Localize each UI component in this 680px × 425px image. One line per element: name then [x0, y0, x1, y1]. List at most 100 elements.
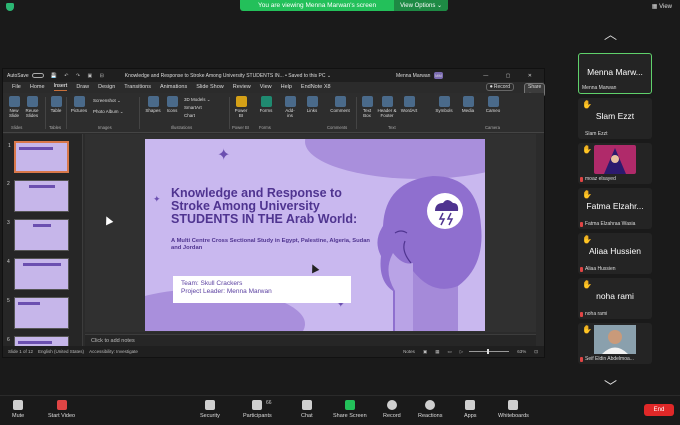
smartart-button[interactable]: SmartArt	[184, 105, 202, 110]
mute-button[interactable]: Mute	[12, 400, 24, 419]
participant-label: Aliaa Hussien	[585, 266, 616, 272]
language-status[interactable]: English (United States)	[38, 349, 84, 354]
pictures-icon	[73, 96, 85, 107]
slide-canvas[interactable]: ✦ ✦ ✦ Knowledge and Response to Stroke A…	[85, 134, 536, 332]
group-label: Tables	[49, 125, 62, 130]
zoom-level[interactable]: 63%	[517, 349, 526, 354]
sorter-view-icon[interactable]: ▦	[435, 349, 439, 355]
chevron-up-icon[interactable]: ︿	[604, 24, 617, 43]
power-bi-button[interactable]: Power BI	[233, 96, 249, 118]
group-label: Images	[98, 125, 112, 130]
accessibility-status[interactable]: Accessibility: Investigate	[89, 349, 138, 354]
tab-design[interactable]: Design	[98, 84, 115, 90]
slide-thumbnail[interactable]: 6	[7, 336, 69, 346]
share-screen-button[interactable]: Share Screen	[333, 400, 367, 419]
reactions-button[interactable]: Reactions	[418, 400, 442, 419]
media-button[interactable]: Media	[460, 96, 476, 113]
slide-thumbnail[interactable]: 1	[8, 141, 69, 173]
end-meeting-button[interactable]: End	[644, 404, 674, 416]
tab-endnote[interactable]: EndNote X8	[301, 84, 331, 90]
view-options-button[interactable]: View Options ⌄	[394, 0, 449, 11]
reuse-slides-icon	[26, 96, 38, 107]
comment-button[interactable]: Comment	[329, 96, 351, 113]
shield-icon	[204, 400, 215, 410]
text-box-button[interactable]: Text Box	[360, 96, 374, 118]
view-button[interactable]: ▦ View	[652, 3, 672, 10]
whiteboards-button[interactable]: Whiteboards	[498, 400, 529, 419]
slide-thumbnail[interactable]: 5	[7, 297, 69, 329]
slide-number: 5	[7, 298, 10, 304]
power-bi-icon	[235, 96, 247, 107]
slide-thumbnail[interactable]: 4	[7, 258, 69, 290]
participant-tile[interactable]: Menna Marw... Menna Marwan	[578, 53, 652, 94]
whiteboard-icon	[508, 400, 519, 410]
chevron-down-icon[interactable]: ﹀	[604, 376, 617, 395]
tab-slide-show[interactable]: Slide Show	[196, 84, 224, 90]
tab-review[interactable]: Review	[233, 84, 251, 90]
tab-help[interactable]: Help	[281, 84, 292, 90]
slideshow-icon[interactable]: ▷	[460, 349, 463, 355]
tab-draw[interactable]: Draw	[76, 84, 89, 90]
slide-thumbnail[interactable]: 2	[7, 180, 69, 212]
tab-animations[interactable]: Animations	[160, 84, 187, 90]
icons-button[interactable]: Icons	[165, 96, 179, 113]
apps-button[interactable]: Apps	[464, 400, 477, 419]
autosave-toggle[interactable]	[31, 73, 44, 78]
tab-insert[interactable]: Insert	[53, 83, 68, 91]
table-label: Table	[50, 108, 62, 113]
participant-tile[interactable]: ✋ moaz elsayed	[578, 143, 652, 184]
record-button[interactable]: ⏺ Record	[486, 83, 515, 91]
user-name[interactable]: Menna Marwan	[396, 73, 430, 79]
share-screen-icon	[344, 400, 355, 410]
header-footer-button[interactable]: Header & Footer	[377, 96, 397, 118]
document-title[interactable]: Knowledge and Response to Stroke Among U…	[125, 73, 331, 79]
forms-button[interactable]: Forms	[258, 96, 274, 113]
cameo-label: Cameo	[485, 108, 501, 113]
chat-label: Chat	[301, 413, 313, 419]
record-meeting-button[interactable]: Record	[383, 400, 401, 419]
normal-view-icon[interactable]: ▣	[423, 349, 427, 355]
group-label: Illustrations	[171, 125, 193, 130]
start-video-button[interactable]: Start Video	[48, 400, 75, 419]
window-controls[interactable]: — ▢ ✕	[483, 73, 540, 79]
table-button[interactable]: Table	[49, 96, 63, 113]
shield-icon[interactable]	[6, 3, 14, 11]
chart-button[interactable]: Chart	[184, 113, 195, 118]
group-label: Camera	[485, 125, 500, 130]
zoom-slider[interactable]	[469, 349, 510, 354]
screenshot-label: Screenshot ⌄	[93, 98, 121, 103]
wordart-button[interactable]: WordArt	[400, 96, 418, 113]
screenshot-button[interactable]: Screenshot ⌄	[93, 98, 121, 104]
addins-button[interactable]: Add-ins	[283, 96, 297, 118]
slide-thumbnail[interactable]: 3	[7, 219, 69, 251]
photo-album-button[interactable]: Photo Album ⌄	[93, 109, 124, 115]
user-avatar[interactable]: MM	[434, 72, 443, 79]
participant-tile[interactable]: ✋ noha rami noha rami	[578, 278, 652, 319]
participant-tile[interactable]: ✋ Fatma Elzahr... Fatma Elzahraa Wasia	[578, 188, 652, 229]
cameo-button[interactable]: Cameo	[485, 96, 501, 113]
3d-models-button[interactable]: 3D Models ⌄	[184, 97, 211, 103]
participant-tile[interactable]: ✋ Aliaa Hussien Aliaa Hussien	[578, 233, 652, 274]
current-slide[interactable]: ✦ ✦ ✦ Knowledge and Response to Stroke A…	[145, 139, 485, 331]
shapes-button[interactable]: Shapes	[145, 96, 161, 113]
divider	[45, 97, 46, 129]
reuse-slides-button[interactable]: Reuse Slides	[24, 96, 40, 118]
tab-home[interactable]: Home	[30, 84, 45, 90]
new-slide-button[interactable]: New Slide	[7, 96, 21, 118]
symbols-button[interactable]: Symbols	[435, 96, 453, 113]
chat-button[interactable]: Chat	[301, 400, 313, 419]
tab-transitions[interactable]: Transitions	[124, 84, 151, 90]
notes-pane[interactable]: Click to add notes	[85, 334, 536, 346]
notes-toggle[interactable]: Notes	[403, 349, 415, 354]
tab-file[interactable]: File	[12, 84, 21, 90]
pictures-button[interactable]: Pictures	[70, 96, 88, 113]
links-button[interactable]: Links	[305, 96, 319, 113]
participant-tile[interactable]: ✋ Slam Ezzt Slam Ezzt	[578, 98, 652, 139]
quick-access-icons[interactable]: 💾 ↶ ↷ ▣ ⊟	[51, 73, 107, 79]
security-button[interactable]: Security	[200, 400, 220, 419]
slide-number: 2	[7, 181, 10, 187]
reading-view-icon[interactable]: ▭	[447, 349, 451, 355]
tab-view[interactable]: View	[260, 84, 272, 90]
fit-slide-icon[interactable]: ⊡	[534, 349, 538, 355]
participant-tile[interactable]: ✋ Seif Eldin Abdelmoa...	[578, 323, 652, 364]
